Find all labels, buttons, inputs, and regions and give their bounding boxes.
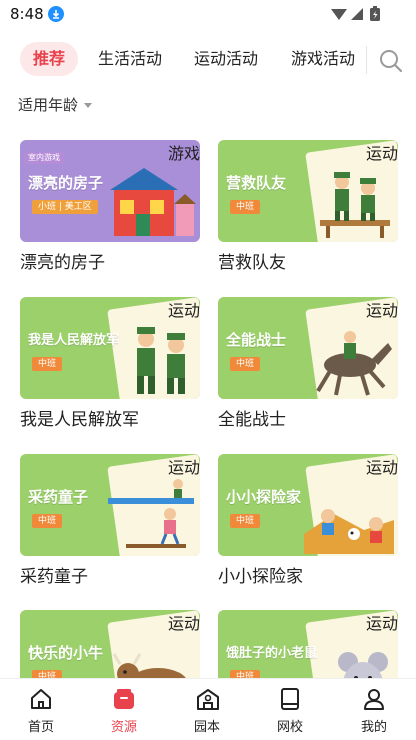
card-badge: 运动 bbox=[167, 614, 200, 633]
card-badge: 运动 bbox=[365, 301, 398, 320]
soldiers-salute-illustration bbox=[137, 327, 185, 394]
activity-card[interactable]: 我是人民解放军 中班 运动 我是人民解放军 bbox=[20, 297, 200, 437]
nav-mine-label: 我的 bbox=[360, 720, 387, 735]
activity-card[interactable]: 采药童子 中班 运动 采药童子 bbox=[20, 454, 200, 594]
card-badge: 运动 bbox=[365, 614, 398, 633]
card-headline: 饿肚子的小老鼠 bbox=[226, 646, 318, 661]
card-badge: 运动 bbox=[365, 458, 398, 477]
card-headline: 我是人民解放军 bbox=[28, 333, 120, 348]
card-level: 中班 bbox=[230, 200, 261, 214]
card-level: 中班 bbox=[32, 357, 63, 371]
resource-icon bbox=[114, 689, 134, 709]
soldiers-illustration bbox=[320, 172, 390, 238]
explorer-illustration bbox=[304, 509, 394, 554]
card-headline: 采药童子 bbox=[28, 488, 89, 506]
activity-card[interactable]: 小小探险家 中班 运动 小小探险家 bbox=[218, 454, 398, 594]
card-badge: 运动 bbox=[167, 301, 200, 320]
card-badge: 运动 bbox=[167, 458, 200, 477]
card-title: 我是人民解放军 bbox=[20, 410, 139, 430]
card-badge: 游戏 bbox=[167, 144, 200, 163]
nav-resource[interactable]: 资源 bbox=[94, 679, 154, 740]
card-headline: 漂亮的房子 bbox=[28, 174, 104, 192]
card-headline: 小小探险家 bbox=[226, 488, 302, 506]
card-headline: 全能战士 bbox=[226, 331, 287, 349]
card-headline: 营救队友 bbox=[226, 174, 287, 192]
user-icon bbox=[364, 689, 384, 710]
card-level: 小班 | 美工区 bbox=[32, 200, 98, 214]
nav-resource-label: 资源 bbox=[110, 720, 137, 735]
card-title: 采药童子 bbox=[20, 567, 88, 587]
nav-home[interactable]: 首页 bbox=[11, 679, 71, 740]
card-level: 中班 bbox=[230, 514, 261, 528]
card-tag: 室内游戏 bbox=[24, 152, 64, 164]
house-illustration bbox=[110, 168, 196, 236]
card-level: 中班 bbox=[230, 357, 261, 371]
book-icon bbox=[281, 688, 299, 710]
horse-rider-illustration bbox=[316, 331, 392, 396]
balance-beam-illustration bbox=[108, 479, 194, 548]
nav-online-school-label: 网校 bbox=[276, 720, 303, 735]
card-title: 营救队友 bbox=[218, 253, 286, 273]
school-icon bbox=[197, 689, 219, 710]
card-headline: 快乐的小牛 bbox=[28, 644, 104, 662]
activity-card[interactable]: 室内游戏 漂亮的房子 小班 | 美工区 游戏 漂亮的房子 bbox=[20, 140, 200, 280]
home-icon bbox=[31, 689, 51, 709]
card-badge: 运动 bbox=[365, 144, 398, 163]
nav-school[interactable]: 园本 bbox=[177, 679, 237, 740]
bottom-nav: 首页 资源 园本 网校 我的 bbox=[0, 678, 416, 740]
activity-grid: 室内游戏 漂亮的房子 小班 | 美工区 游戏 漂亮的房子 营救队友 中班 运动 … bbox=[0, 0, 416, 740]
activity-card[interactable]: 营救队友 中班 运动 营救队友 bbox=[218, 140, 398, 280]
card-title: 漂亮的房子 bbox=[20, 253, 105, 273]
card-title: 全能战士 bbox=[218, 410, 286, 430]
nav-home-label: 首页 bbox=[27, 720, 54, 735]
nav-online-school[interactable]: 网校 bbox=[260, 679, 320, 740]
card-title: 小小探险家 bbox=[218, 567, 303, 587]
nav-mine[interactable]: 我的 bbox=[344, 679, 404, 740]
nav-school-label: 园本 bbox=[193, 720, 220, 735]
card-level: 中班 bbox=[32, 514, 63, 528]
activity-card[interactable]: 全能战士 中班 运动 全能战士 bbox=[218, 297, 398, 437]
